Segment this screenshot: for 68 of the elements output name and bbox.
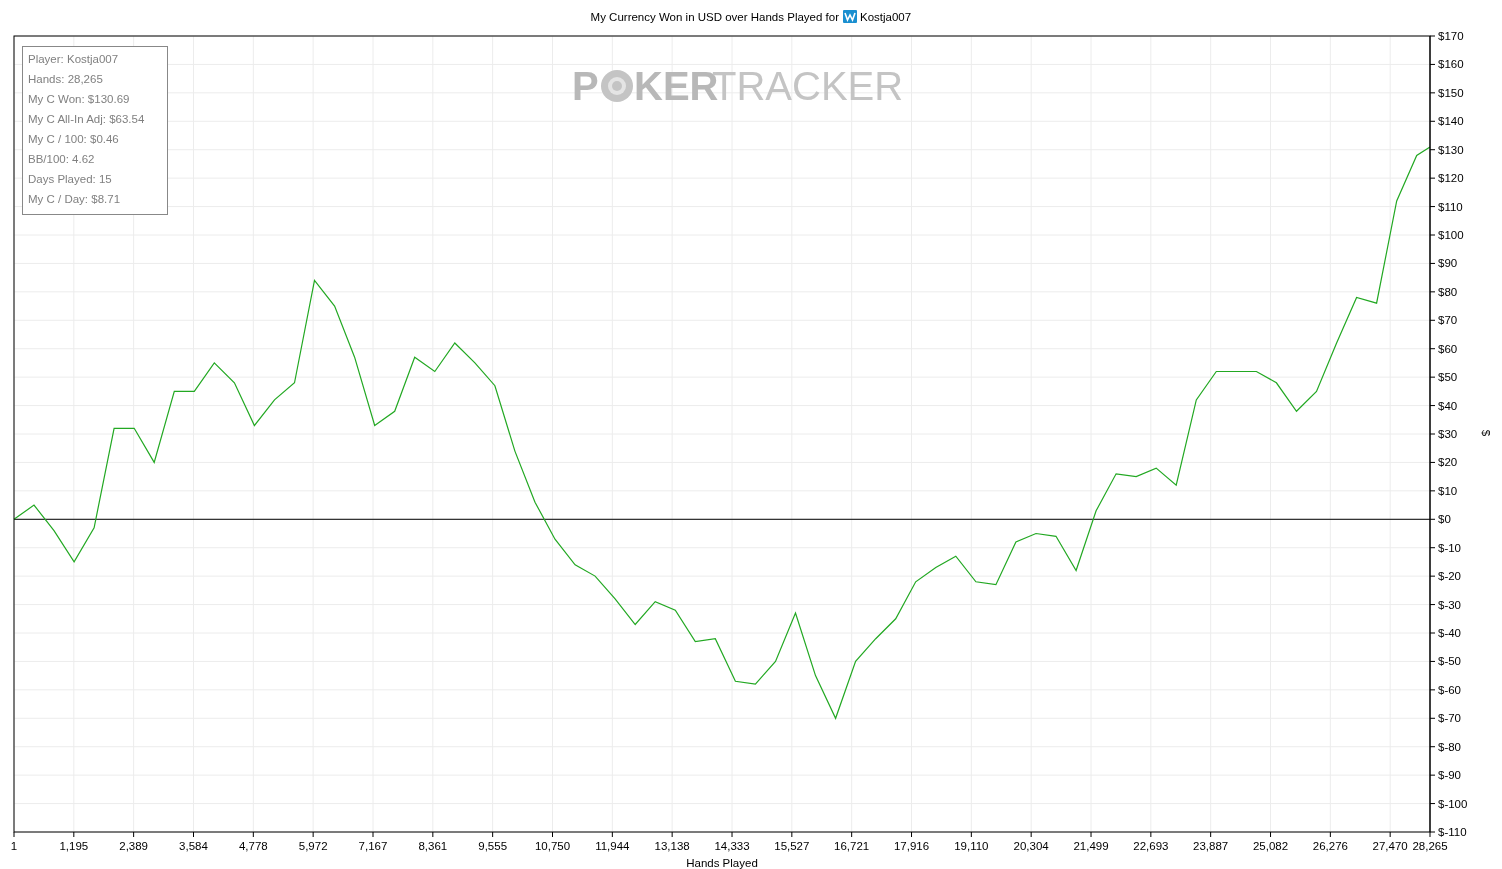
x-tick-label: 10,750 — [534, 840, 571, 852]
stat-line: Days Played: 15 — [28, 173, 112, 185]
x-axis-title: Hands Played — [686, 857, 758, 869]
y-tick-label: $30 — [1438, 428, 1458, 440]
x-tick-label: 15,527 — [774, 840, 810, 852]
x-tick-label: 14,333 — [714, 840, 750, 852]
y-tick-label: $10 — [1438, 484, 1458, 497]
x-tick-label: 17,916 — [893, 840, 930, 852]
y-tick-label: $-50 — [1438, 655, 1462, 668]
y-tick-label: $110 — [1438, 200, 1463, 213]
y-tick-label: $100 — [1438, 229, 1464, 241]
player-name: Kostja007 — [860, 11, 912, 23]
y-tick-label: $-90 — [1438, 769, 1462, 782]
x-tick-label: 27,470 — [1372, 840, 1408, 852]
y-tick-label: $-20 — [1438, 570, 1462, 583]
y-tick-label: $-110 — [1438, 826, 1467, 838]
y-tick-label: $120 — [1438, 172, 1464, 185]
y-tick-label: $0 — [1438, 513, 1451, 526]
site-icon — [843, 10, 857, 23]
x-tick-label: 25,082 — [1252, 840, 1289, 852]
y-tick-label: $40 — [1438, 399, 1458, 412]
y-tick-label: $-40 — [1438, 627, 1462, 639]
x-tick-label: 3,584 — [179, 840, 208, 852]
y-tick-label: $80 — [1438, 285, 1458, 298]
x-tick-label: 13,138 — [654, 840, 690, 852]
y-tick-label: $20 — [1438, 456, 1458, 469]
y-tick-label: $170 — [1438, 30, 1464, 42]
stat-line: My C / Day: $8.71 — [28, 193, 121, 205]
x-tick-label: 21,499 — [1073, 840, 1109, 852]
x-tick-label: 19,110 — [954, 840, 989, 852]
y-tick-label: $-60 — [1438, 683, 1462, 696]
x-tick-label: 16,721 — [834, 840, 870, 852]
stat-line: BB/100: 4.62 — [28, 153, 95, 165]
y-tick-label: $160 — [1438, 58, 1464, 71]
x-tick-label: 8,361 — [418, 840, 448, 852]
x-tick-label: 1,195 — [59, 840, 89, 852]
stat-line: My C Won: $130.69 — [28, 93, 130, 105]
x-tick-label: 4,778 — [238, 840, 268, 852]
y-tick-label: $50 — [1438, 371, 1458, 384]
y-tick-label: $-10 — [1438, 541, 1462, 554]
x-tick-label: 2,389 — [119, 840, 149, 852]
stat-line: Hands: 28,265 — [28, 73, 103, 85]
y-tick-label: $140 — [1438, 115, 1464, 128]
x-tick-label: 9,555 — [478, 840, 508, 852]
x-tick-label: 7,167 — [358, 840, 388, 852]
x-tick-label: 23,887 — [1193, 840, 1229, 852]
x-tick-label: 1 — [10, 840, 18, 852]
y-tick-label: $150 — [1438, 86, 1464, 99]
y-axis-title: $ — [1480, 429, 1492, 437]
y-tick-label: $-100 — [1438, 797, 1468, 810]
chart-title: My Currency Won in USD over Hands Played for — [590, 11, 839, 23]
stat-line: Player: Kostja007 — [28, 53, 119, 65]
x-tick-label: 26,276 — [1312, 840, 1348, 852]
y-tick-label: $70 — [1438, 314, 1458, 327]
x-tick-label: 5,972 — [298, 840, 328, 852]
x-tick-label: 20,304 — [1013, 840, 1049, 852]
stat-line: My C / 100: $0.46 — [28, 133, 119, 145]
y-tick-label: $130 — [1438, 143, 1464, 156]
x-tick-label: 11,944 — [595, 840, 630, 852]
y-tick-label: $60 — [1438, 342, 1458, 355]
y-tick-label: $-80 — [1438, 740, 1462, 753]
y-tick-label: $-70 — [1438, 712, 1462, 725]
stat-line: My C All-In Adj: $63.54 — [28, 113, 145, 125]
x-tick-label: 22,693 — [1133, 840, 1169, 852]
x-tick-label: 28,265 — [1412, 840, 1448, 852]
y-tick-label: $90 — [1438, 257, 1458, 270]
watermark-logo: P KERTRACKER — [572, 64, 904, 108]
y-tick-label: $-30 — [1438, 598, 1462, 611]
